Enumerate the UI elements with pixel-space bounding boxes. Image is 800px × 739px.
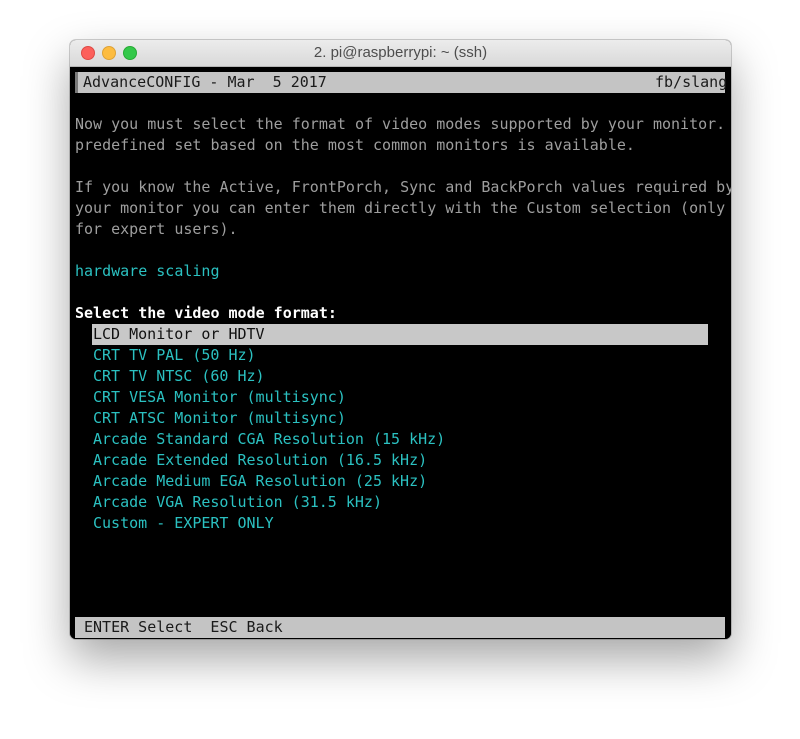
menu-option-arcade-extended[interactable]: Arcade Extended Resolution (16.5 kHz): [92, 450, 708, 471]
menu-option-crt-tv-ntsc[interactable]: CRT TV NTSC (60 Hz): [92, 366, 708, 387]
menu-option-arcade-ega[interactable]: Arcade Medium EGA Resolution (25 kHz): [92, 471, 708, 492]
window-title: 2. pi@raspberrypi: ~ (ssh): [313, 44, 488, 61]
terminal-window: 2. pi@raspberrypi: ~ (ssh) AdvanceCONFIG…: [70, 40, 731, 639]
intro-line: Now you must select the format of video …: [75, 115, 731, 133]
app-title: AdvanceCONFIG - Mar 5 2017: [83, 73, 327, 91]
status-text: hardware scaling: [75, 262, 220, 280]
intro-line: predefined set based on the most common …: [75, 136, 635, 154]
menu-option-lcd-hdtv[interactable]: LCD Monitor or HDTV: [92, 324, 708, 345]
menu-option-crt-vesa[interactable]: CRT VESA Monitor (multisync): [92, 387, 708, 408]
menu-option-crt-tv-pal[interactable]: CRT TV PAL (50 Hz): [92, 345, 708, 366]
intro-line: for expert users).: [75, 220, 238, 238]
menu-option-arcade-vga[interactable]: Arcade VGA Resolution (31.5 kHz): [92, 492, 708, 513]
menu-option-crt-atsc[interactable]: CRT ATSC Monitor (multisync): [92, 408, 708, 429]
terminal-screen[interactable]: AdvanceCONFIG - Mar 5 2017 fb/slang Now …: [70, 67, 731, 639]
intro-line: If you know the Active, FrontPorch, Sync…: [75, 178, 731, 196]
title-bar[interactable]: 2. pi@raspberrypi: ~ (ssh): [70, 40, 731, 67]
menu-prompt: Select the video mode format:: [75, 304, 337, 322]
menu-option-custom[interactable]: Custom - EXPERT ONLY: [92, 513, 708, 534]
key-hints: ENTER Select ESC Back: [84, 618, 283, 636]
intro-line: your monitor you can enter them directly…: [75, 199, 726, 217]
menu-option-arcade-cga[interactable]: Arcade Standard CGA Resolution (15 kHz): [92, 429, 708, 450]
display-driver-label: fb/slang: [655, 73, 728, 91]
